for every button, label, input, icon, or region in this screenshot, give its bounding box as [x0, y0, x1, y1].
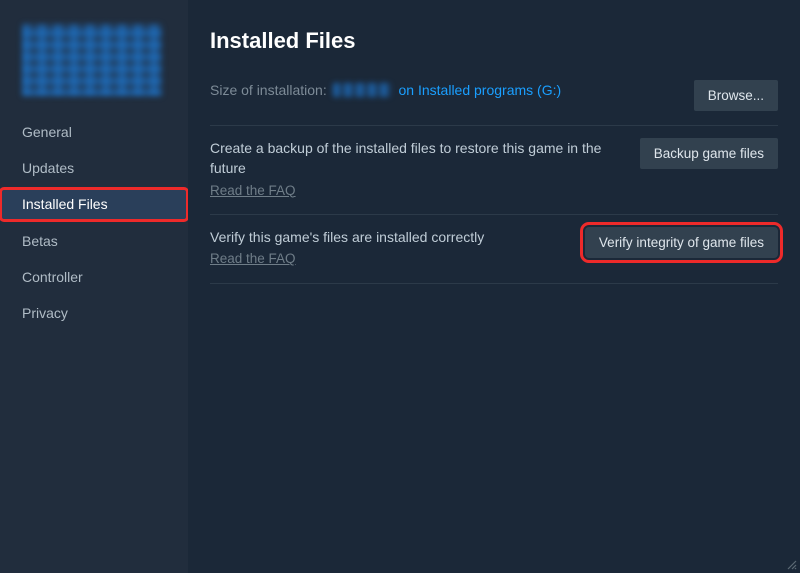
- verify-text: Verify this game's files are installed c…: [210, 227, 567, 269]
- page-title: Installed Files: [210, 28, 778, 54]
- sidebar-item-installed-files[interactable]: Installed Files: [0, 188, 188, 220]
- install-size-value-redacted: [333, 83, 391, 97]
- backup-faq-link[interactable]: Read the FAQ: [210, 181, 296, 201]
- window-resize-grip[interactable]: [784, 557, 798, 571]
- game-thumbnail: [22, 24, 162, 96]
- sidebar-item-privacy[interactable]: Privacy: [0, 297, 188, 329]
- sidebar-nav: General Updates Installed Files Betas Co…: [0, 116, 188, 333]
- verify-description: Verify this game's files are installed c…: [210, 229, 484, 245]
- resize-grip-icon: [785, 558, 797, 570]
- backup-text: Create a backup of the installed files t…: [210, 138, 622, 200]
- backup-game-files-button[interactable]: Backup game files: [640, 138, 778, 169]
- verify-row: Verify this game's files are installed c…: [210, 215, 778, 284]
- sidebar-item-controller[interactable]: Controller: [0, 261, 188, 293]
- verify-faq-link[interactable]: Read the FAQ: [210, 249, 296, 269]
- browse-button[interactable]: Browse...: [694, 80, 778, 111]
- verify-integrity-button[interactable]: Verify integrity of game files: [585, 227, 778, 258]
- install-size-row: Size of installation: on Installed progr…: [210, 80, 778, 126]
- install-location-link[interactable]: on Installed programs (G:): [399, 82, 562, 98]
- main-panel: Installed Files Size of installation: on…: [188, 0, 800, 573]
- sidebar: General Updates Installed Files Betas Co…: [0, 0, 188, 573]
- backup-row: Create a backup of the installed files t…: [210, 126, 778, 215]
- sidebar-item-updates[interactable]: Updates: [0, 152, 188, 184]
- install-size-text: Size of installation: on Installed progr…: [210, 80, 676, 100]
- backup-description: Create a backup of the installed files t…: [210, 140, 601, 176]
- sidebar-item-general[interactable]: General: [0, 116, 188, 148]
- install-size-label: Size of installation:: [210, 82, 327, 98]
- sidebar-item-betas[interactable]: Betas: [0, 225, 188, 257]
